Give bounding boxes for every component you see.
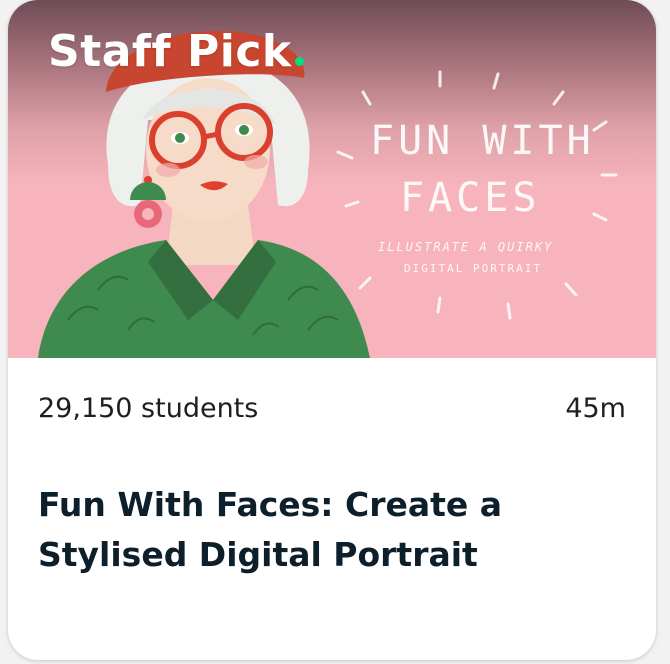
class-duration: 45m [565, 393, 626, 424]
badge-dot-icon [294, 57, 304, 66]
student-count: 29,150 students [38, 393, 259, 424]
thumbnail-title-line1: FUN WITH [370, 118, 595, 164]
class-card[interactable]: FUN WITH FACES ILLUSTRATE A QUIRKY DIGIT… [8, 0, 656, 660]
class-title[interactable]: Fun With Faces: Create a Stylised Digita… [38, 480, 628, 580]
class-thumbnail[interactable]: FUN WITH FACES ILLUSTRATE A QUIRKY DIGIT… [8, 0, 656, 358]
thumbnail-subtitle-line1: ILLUSTRATE A QUIRKY [378, 240, 554, 254]
thumbnail-title-line2: FACES [400, 175, 541, 221]
staff-pick-label: Staff Pick [48, 26, 292, 77]
thumbnail-subtitle-line2: DIGITAL PORTRAIT [404, 262, 542, 275]
staff-pick-badge: Staff Pick [48, 26, 304, 77]
